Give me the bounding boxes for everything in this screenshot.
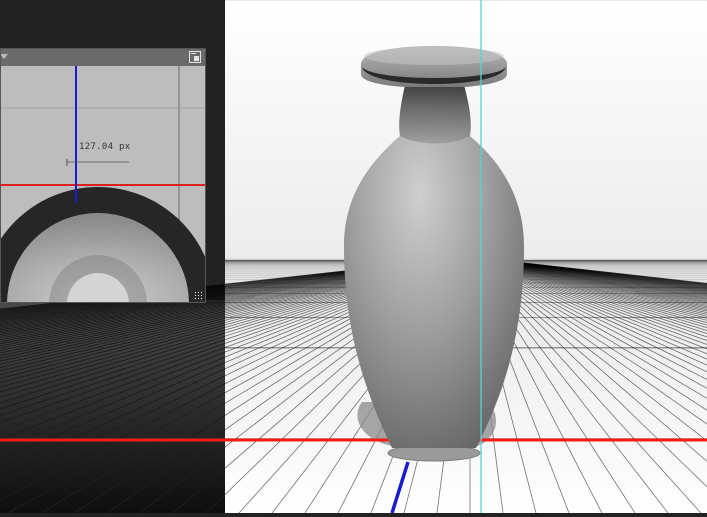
top-view-panel[interactable]: 127.04 px	[0, 48, 206, 303]
top-view-canvas	[1, 66, 206, 303]
panel-title-bar[interactable]	[1, 49, 205, 67]
dropdown-arrow-icon[interactable]	[0, 54, 8, 59]
resize-grip-icon[interactable]	[194, 291, 203, 300]
undock-icon[interactable]	[189, 51, 201, 63]
measurement-label: 127.04 px	[79, 142, 130, 152]
